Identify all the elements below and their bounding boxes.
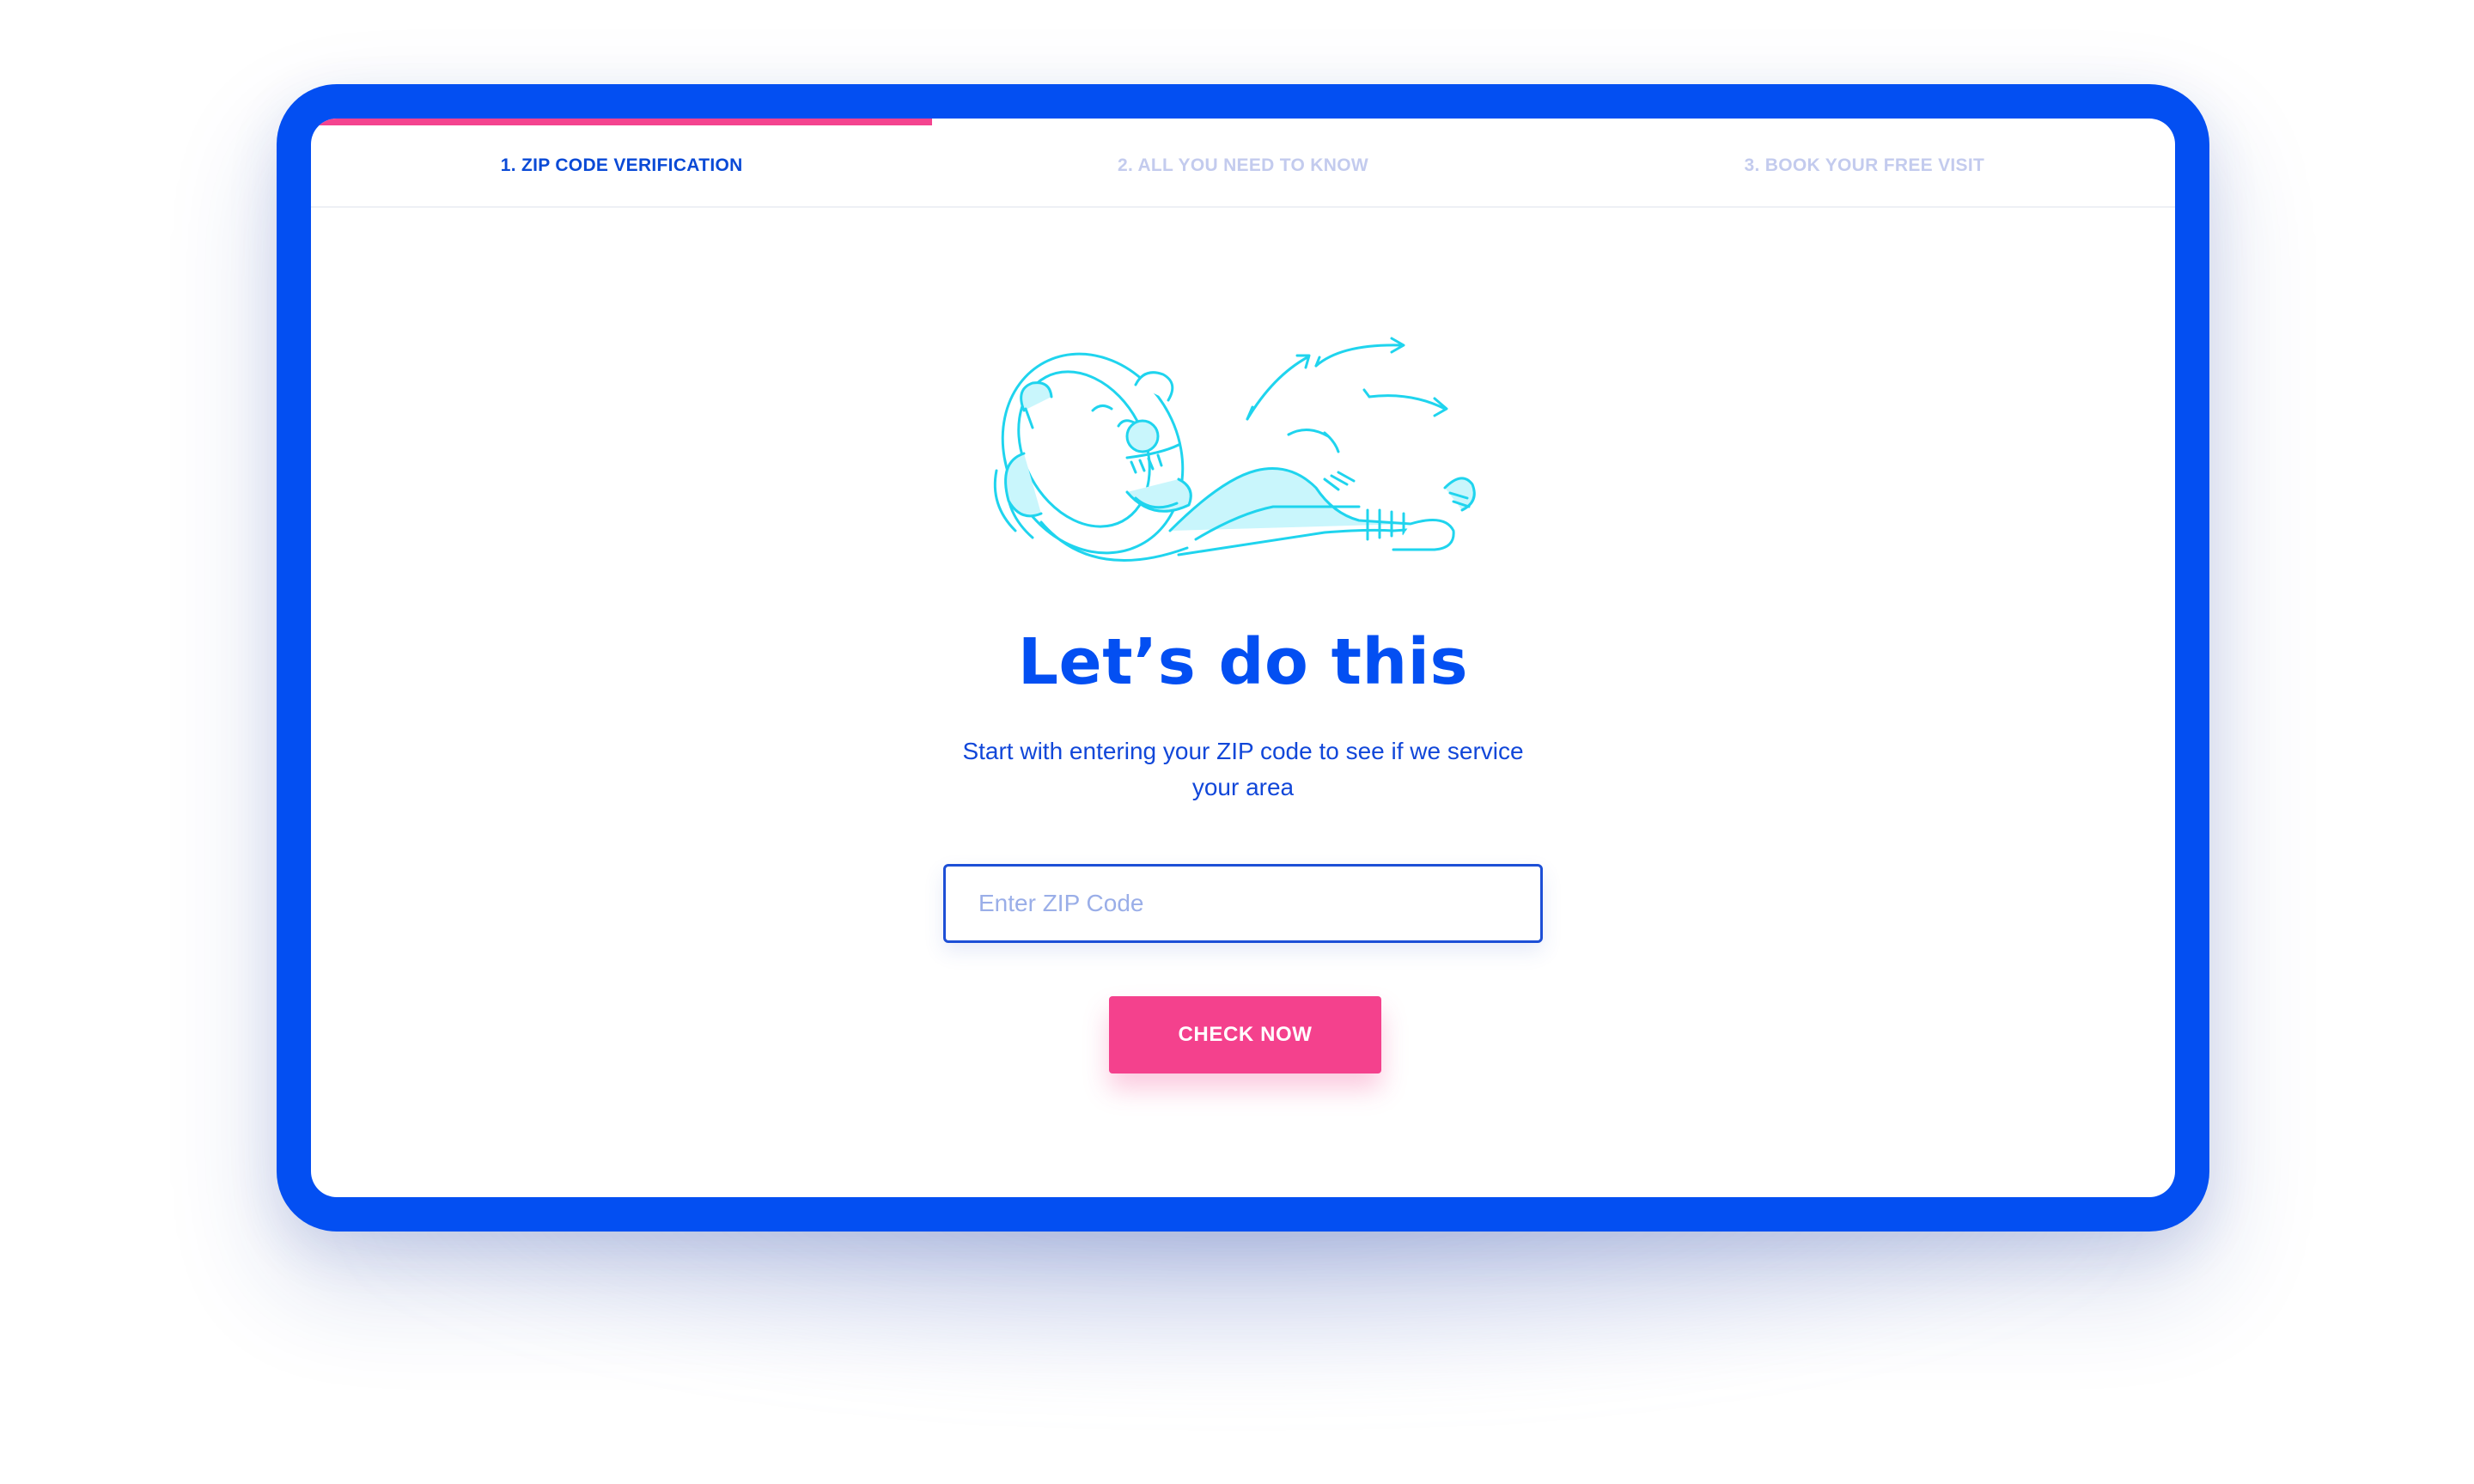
page-subtitle: Start with entering your ZIP code to see… bbox=[962, 738, 1524, 800]
app-screen: 1. ZIP CODE VERIFICATION 2. ALL YOU NEED… bbox=[311, 119, 2175, 1197]
step-label: 1. ZIP CODE VERIFICATION bbox=[500, 155, 743, 175]
step-tab-all-you-need-to-know[interactable]: 2. ALL YOU NEED TO KNOW bbox=[932, 125, 1553, 206]
relaxing-character-illustration bbox=[993, 337, 1476, 562]
device-frame: 1. ZIP CODE VERIFICATION 2. ALL YOU NEED… bbox=[277, 84, 2209, 1232]
step-tab-zip-verification[interactable]: 1. ZIP CODE VERIFICATION bbox=[311, 125, 932, 206]
step-label: 2. ALL YOU NEED TO KNOW bbox=[1117, 155, 1368, 175]
check-now-button[interactable]: CHECK NOW bbox=[1109, 996, 1381, 1073]
progress-fill bbox=[311, 119, 932, 125]
step-tab-book-free-visit[interactable]: 3. BOOK YOUR FREE VISIT bbox=[1554, 125, 2175, 206]
page-canvas: 1. ZIP CODE VERIFICATION 2. ALL YOU NEED… bbox=[0, 0, 2474, 1484]
step-tabs: 1. ZIP CODE VERIFICATION 2. ALL YOU NEED… bbox=[311, 125, 2175, 208]
progress-bar bbox=[311, 119, 2175, 125]
zip-code-input[interactable] bbox=[943, 864, 1543, 943]
step-label: 3. BOOK YOUR FREE VISIT bbox=[1744, 155, 1985, 175]
page-title: Let’s do this bbox=[1017, 625, 1469, 699]
